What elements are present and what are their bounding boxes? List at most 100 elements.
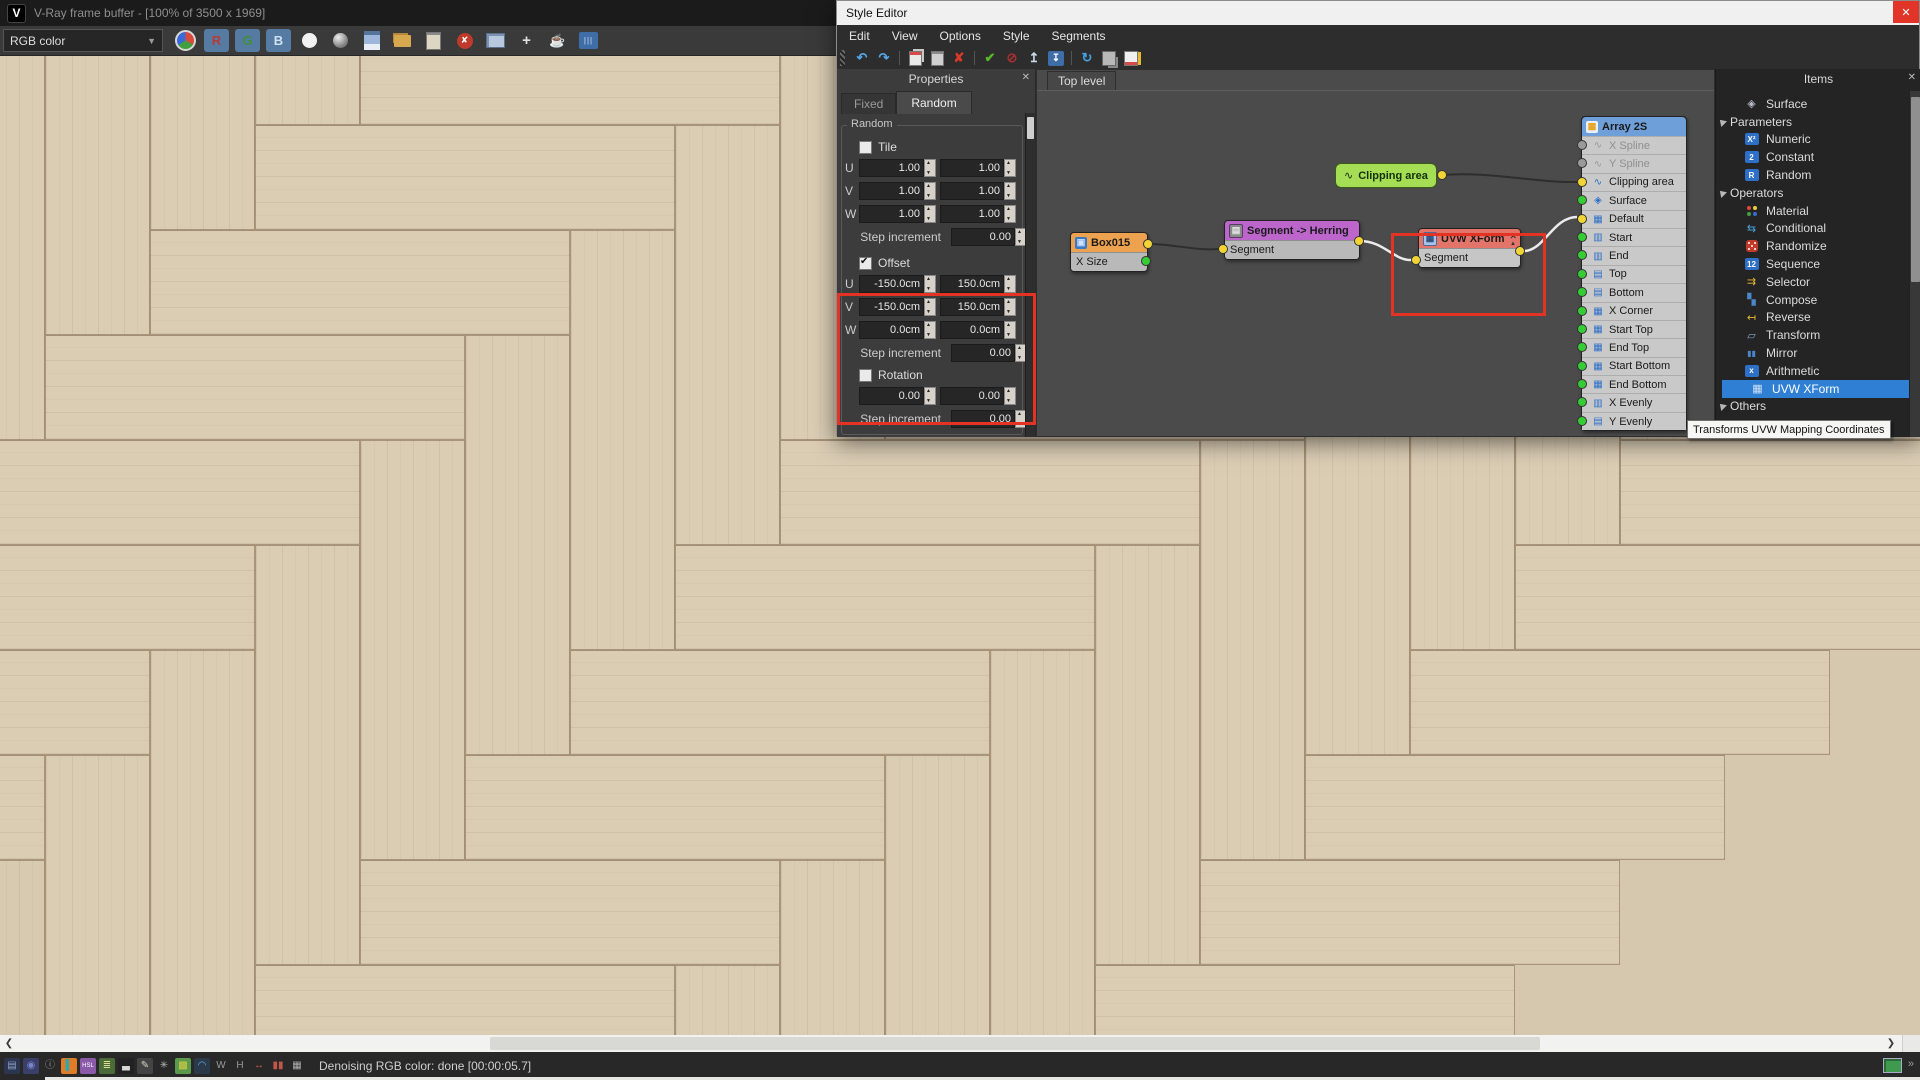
blue-channel-icon[interactable]: B: [266, 29, 291, 52]
offset-v-v2-field[interactable]: 150.0cm: [940, 298, 1004, 316]
output-socket[interactable]: [1515, 246, 1525, 256]
green-channel-icon[interactable]: G: [235, 29, 260, 52]
spinner[interactable]: [1004, 298, 1016, 316]
expand-button[interactable]: ↧: [1045, 49, 1067, 67]
node-expand-triangle[interactable]: ▲: [1510, 241, 1516, 247]
items-row-material[interactable]: Material: [1716, 202, 1909, 220]
input-socket[interactable]: [1577, 177, 1587, 187]
spinner[interactable]: [924, 182, 936, 200]
items-row-numeric[interactable]: X²Numeric: [1716, 131, 1909, 149]
items-row-randomize[interactable]: Randomize: [1716, 237, 1909, 255]
stop-button[interactable]: ⊘: [1001, 49, 1023, 67]
track-mouse-icon[interactable]: +: [514, 29, 539, 52]
items-row-mirror[interactable]: ▮▮Mirror: [1716, 344, 1909, 362]
info-icon[interactable]: ⓘ: [42, 1058, 58, 1074]
spinner[interactable]: [924, 159, 936, 177]
array-input-x-evenly[interactable]: ▥X Evenly: [1582, 393, 1686, 411]
ab-bars-icon[interactable]: ▮▮: [270, 1058, 286, 1074]
paste-button[interactable]: [926, 49, 948, 67]
input-socket[interactable]: [1577, 250, 1587, 260]
output-socket[interactable]: [1143, 239, 1153, 249]
items-row-uvw-xform[interactable]: ▦UVW XForm: [1722, 380, 1909, 398]
items-row-surface[interactable]: ◈Surface: [1716, 95, 1909, 113]
curves-pencil-icon[interactable]: ✎: [137, 1058, 153, 1074]
menu-edit[interactable]: Edit: [849, 29, 870, 43]
x-size-socket[interactable]: [1141, 256, 1151, 266]
rotation-field-2[interactable]: 0.00: [940, 387, 1004, 405]
node-row-x-size[interactable]: X Size: [1071, 252, 1147, 271]
layers-icon[interactable]: ▤: [4, 1058, 20, 1074]
input-socket[interactable]: [1577, 416, 1587, 426]
compare-ab-icon[interactable]: |||: [576, 29, 601, 52]
input-socket[interactable]: [1577, 397, 1587, 407]
node-array-2s[interactable]: ▦ Array 2S ∿X Spline∿Y Spline∿Clipping a…: [1581, 116, 1687, 431]
horizontal-scrollbar[interactable]: ❮ ❯: [0, 1035, 1920, 1052]
spinner[interactable]: [924, 387, 936, 405]
items-row-others[interactable]: Others: [1716, 398, 1909, 416]
input-socket[interactable]: [1577, 269, 1587, 279]
menu-style[interactable]: Style: [1003, 29, 1030, 43]
node-canvas[interactable]: Top level ▣ Box015 X Size: [1036, 69, 1715, 437]
items-row-random[interactable]: RRandom: [1716, 166, 1909, 184]
array-input-x-spline[interactable]: ∿X Spline: [1582, 136, 1686, 154]
random-w-v2-field[interactable]: 1.00: [940, 205, 1004, 223]
output-socket[interactable]: [1437, 170, 1447, 180]
items-row-conditional[interactable]: ⇆Conditional: [1716, 220, 1909, 238]
delete-button[interactable]: ✘: [948, 49, 970, 67]
pinwheel-icon[interactable]: ✳: [156, 1058, 172, 1074]
style-editor-titlebar[interactable]: Style Editor ✕: [837, 1, 1919, 25]
spinner[interactable]: [924, 275, 936, 293]
array-input-end-bottom[interactable]: ▦End Bottom: [1582, 375, 1686, 393]
rotation-field-1[interactable]: 0.00: [859, 387, 924, 405]
array-input-start-bottom[interactable]: ▦Start Bottom: [1582, 357, 1686, 375]
input-socket[interactable]: [1577, 195, 1587, 205]
offset-v-v1-field[interactable]: -150.0cm: [859, 298, 924, 316]
scroll-left-arrow[interactable]: ❮: [2, 1037, 16, 1050]
scrollbar-thumb[interactable]: [1027, 117, 1034, 139]
node-canvas-inner[interactable]: ▣ Box015 X Size ▤ Segment -> Herring: [1037, 90, 1714, 436]
offset-step-field[interactable]: 0.00: [951, 344, 1015, 362]
menu-view[interactable]: View: [892, 29, 918, 43]
copy-to-clipboard-icon[interactable]: [421, 29, 446, 52]
random-v-v2-field[interactable]: 1.00: [940, 182, 1004, 200]
input-socket[interactable]: [1577, 342, 1587, 352]
items-row-parameters[interactable]: Parameters: [1716, 113, 1909, 131]
array-input-surface[interactable]: ◈Surface: [1582, 191, 1686, 209]
render-last-icon[interactable]: ☕: [545, 29, 570, 52]
scroll-right-arrow[interactable]: ❯: [1884, 1037, 1898, 1050]
histogram-icon[interactable]: ▃: [118, 1058, 134, 1074]
lens-sphere-icon[interactable]: ◉: [23, 1058, 39, 1074]
display-icon[interactable]: [1883, 1058, 1902, 1073]
gradient-icon[interactable]: ▌: [61, 1058, 77, 1074]
items-row-sequence[interactable]: 12Sequence: [1716, 255, 1909, 273]
levels-icon[interactable]: ≣: [99, 1058, 115, 1074]
mono-sphere-icon[interactable]: [328, 29, 353, 52]
rotation-step-field[interactable]: 0.00: [951, 410, 1015, 428]
input-socket[interactable]: [1577, 158, 1587, 168]
menu-options[interactable]: Options: [939, 29, 980, 43]
array-input-bottom[interactable]: ▤Bottom: [1582, 283, 1686, 301]
refresh-button[interactable]: ↻: [1076, 49, 1098, 67]
input-socket[interactable]: [1411, 255, 1421, 265]
input-socket[interactable]: [1577, 324, 1587, 334]
random-w-v1-field[interactable]: 1.00: [859, 205, 924, 223]
offset-checkbox[interactable]: [859, 257, 872, 270]
load-image-icon[interactable]: [390, 29, 415, 52]
close-icon[interactable]: ✕: [1893, 1, 1919, 23]
node-segment-herringbone[interactable]: ▤ Segment -> Herring Segment: [1224, 220, 1360, 260]
color-wheel-icon[interactable]: [173, 29, 198, 52]
save-image-icon[interactable]: [359, 29, 384, 52]
curve-ctrl-icon[interactable]: ◠: [194, 1058, 210, 1074]
hsl-icon[interactable]: HSL: [80, 1058, 96, 1074]
scrollbar-thumb[interactable]: [1911, 97, 1920, 282]
spinner[interactable]: [1004, 321, 1016, 339]
close-icon[interactable]: ✕: [1908, 72, 1916, 83]
array-input-start-top[interactable]: ▦Start Top: [1582, 320, 1686, 338]
offset-u-v1-field[interactable]: -150.0cm: [859, 275, 924, 293]
array-input-end[interactable]: ▥End: [1582, 246, 1686, 264]
undo-button[interactable]: ↶: [851, 49, 873, 67]
input-socket[interactable]: [1577, 232, 1587, 242]
spinner[interactable]: [1004, 275, 1016, 293]
validate-button[interactable]: ✔: [979, 49, 1001, 67]
input-socket[interactable]: [1577, 214, 1587, 224]
